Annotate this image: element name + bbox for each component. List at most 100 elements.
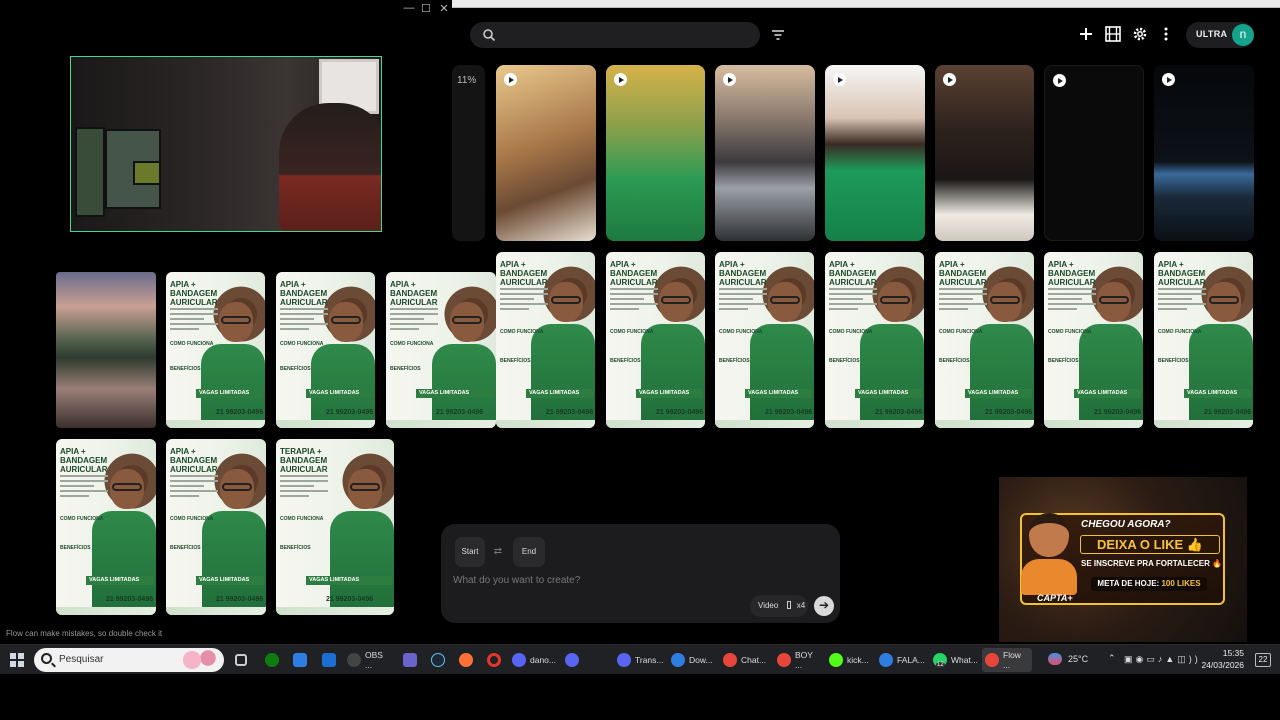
maximize-icon[interactable]: ☐ bbox=[418, 2, 434, 15]
opera-icon[interactable] bbox=[484, 648, 504, 672]
flyer-vagas: VAGAS LIMITADAS bbox=[745, 389, 812, 398]
store-icon[interactable] bbox=[290, 648, 310, 672]
image-thumb-flyer[interactable]: APIA + BANDAGEM AURICULAR COMO FUNCIONA BE… bbox=[386, 272, 496, 428]
chevron-up-icon[interactable]: ⌃ bbox=[1108, 653, 1116, 683]
swap-icon[interactable]: ⇄ bbox=[491, 537, 505, 567]
progress-label: 11% bbox=[457, 75, 477, 86]
prompt-input[interactable]: What do you want to create? bbox=[453, 575, 580, 586]
play-icon[interactable] bbox=[723, 73, 736, 86]
play-icon[interactable] bbox=[504, 73, 517, 86]
image-thumb-flyer[interactable]: APIA + BANDAGEM AURICULAR COMO FUNCIONA BE… bbox=[496, 252, 595, 428]
windows-start-icon[interactable] bbox=[10, 653, 24, 667]
image-thumb-flyer[interactable]: APIA + BANDAGEM AURICULAR COMO FUNCIONA BE… bbox=[606, 252, 705, 428]
image-thumb-flyer[interactable]: APIA + BANDAGEM AURICULAR COMO FUNCIONA BE… bbox=[1154, 252, 1253, 428]
filter-button[interactable] bbox=[766, 22, 790, 48]
play-icon[interactable] bbox=[943, 73, 956, 86]
flyer-body-text bbox=[829, 288, 877, 313]
flyer-footer bbox=[166, 420, 265, 428]
video-thumb-woman-blazer[interactable] bbox=[825, 65, 925, 241]
video-thumb-chef[interactable] bbox=[935, 65, 1034, 241]
flyer-phone: 21 99203-0496 bbox=[985, 409, 1033, 416]
generating-card[interactable]: 11% bbox=[452, 65, 485, 241]
close-icon[interactable]: ✕ bbox=[436, 2, 452, 15]
flyer-glasses bbox=[350, 483, 380, 491]
avatar[interactable]: n bbox=[1232, 24, 1254, 46]
task-view-icon[interactable] bbox=[232, 648, 250, 672]
xbox-icon[interactable] bbox=[262, 648, 282, 672]
tray-icons[interactable]: ▣◉▭♪▲◫)) bbox=[1124, 654, 1201, 684]
submit-button[interactable]: ➔ bbox=[814, 596, 834, 616]
start-frame-button[interactable]: Start bbox=[455, 537, 485, 567]
flyer-section-how: COMO FUNCIONA bbox=[829, 329, 873, 335]
play-icon[interactable] bbox=[833, 73, 846, 86]
image-thumb-flyer[interactable]: APIA + BANDAGEM AURICULAR COMO FUNCIONA BE… bbox=[166, 439, 266, 615]
image-thumb-flyer[interactable]: APIA + BANDAGEM AURICULAR COMO FUNCIONA BE… bbox=[1044, 252, 1143, 428]
flyer-phone: 21 99203-0496 bbox=[765, 409, 813, 416]
video-thumb-woman-window[interactable] bbox=[496, 65, 596, 241]
minimize-icon[interactable]: — bbox=[401, 2, 417, 14]
taskbar-app[interactable]: BOY ... bbox=[774, 648, 824, 672]
image-thumb-flyer[interactable]: APIA + BANDAGEM AURICULAR COMO FUNCIONA BE… bbox=[715, 252, 814, 428]
steam-icon[interactable] bbox=[428, 648, 448, 672]
play-icon[interactable] bbox=[1053, 74, 1066, 87]
flyer-footer bbox=[166, 607, 266, 615]
taskbar-app[interactable]: dano... bbox=[509, 648, 559, 672]
add-icon[interactable] bbox=[1076, 24, 1096, 44]
flyer-vagas: VAGAS LIMITADAS bbox=[636, 389, 703, 398]
flyer-footer bbox=[56, 607, 156, 615]
flyer-section-benefits: BENEFÍCIOS bbox=[170, 545, 201, 551]
banner-brand: CAPTA+ bbox=[1037, 593, 1073, 603]
taskbar-app[interactable]: kick... bbox=[826, 648, 876, 672]
image-thumb-mountain-sunset[interactable] bbox=[56, 272, 156, 428]
search-icon bbox=[483, 29, 496, 42]
mail-icon[interactable] bbox=[319, 648, 339, 672]
taskbar-app[interactable]: Trans... bbox=[614, 648, 664, 672]
taskbar-app[interactable]: FALA... bbox=[876, 648, 926, 672]
image-thumb-flyer[interactable]: APIA + BANDAGEM AURICULAR COMO FUNCIONA BE… bbox=[276, 272, 375, 428]
taskbar-app[interactable]: OBS ... bbox=[344, 648, 394, 672]
flyer-phone: 21 99203-0496 bbox=[216, 596, 264, 603]
image-thumb-flyer[interactable]: TERAPIA + BANDAGEM AURICULAR COMO FUNCIONA… bbox=[276, 439, 394, 615]
image-thumb-flyer[interactable]: APIA + BANDAGEM AURICULAR COMO FUNCIONA BE… bbox=[166, 272, 265, 428]
image-thumb-flyer[interactable]: APIA + BANDAGEM AURICULAR COMO FUNCIONA BE… bbox=[56, 439, 156, 615]
app-icon-a[interactable] bbox=[400, 648, 420, 672]
image-thumb-flyer[interactable]: APIA + BANDAGEM AURICULAR COMO FUNCIONA BE… bbox=[825, 252, 924, 428]
video-thumb-dark[interactable] bbox=[1044, 65, 1144, 241]
filter-icon bbox=[772, 30, 784, 40]
search-input[interactable] bbox=[470, 22, 760, 48]
flyer-phone: 21 99203-0496 bbox=[656, 409, 704, 416]
flyer-body-text bbox=[280, 475, 328, 500]
flyer-section-how: COMO FUNCIONA bbox=[1048, 329, 1092, 335]
flyer-body-text bbox=[280, 308, 328, 333]
play-icon[interactable] bbox=[1162, 73, 1175, 86]
gear-icon[interactable] bbox=[1130, 24, 1150, 44]
taskbar-app-label: kick... bbox=[847, 655, 869, 665]
flyer-section-how: COMO FUNCIONA bbox=[500, 329, 544, 335]
video-thumb-woman-green[interactable] bbox=[606, 65, 705, 241]
taskbar-app[interactable]: What... bbox=[930, 648, 980, 672]
flyer-glasses bbox=[990, 296, 1020, 304]
notification-badge[interactable]: 22 bbox=[1255, 653, 1271, 667]
film-icon[interactable] bbox=[1103, 24, 1123, 44]
taskbar-app-label: Flow ... bbox=[1003, 650, 1021, 670]
stream-banner: CHEGOU AGORA? DEIXA O LIKE 👍 SE INSCREVE… bbox=[999, 477, 1247, 642]
flyer-section-how: COMO FUNCIONA bbox=[280, 516, 324, 522]
video-thumb-car[interactable] bbox=[1154, 65, 1254, 241]
taskbar-search[interactable]: Pesquisar bbox=[34, 648, 224, 672]
flyer-footer bbox=[606, 420, 705, 428]
video-thumb-mountain-lake[interactable] bbox=[715, 65, 815, 241]
firefox-icon[interactable] bbox=[456, 648, 476, 672]
app-icon bbox=[723, 653, 737, 667]
play-icon[interactable] bbox=[614, 73, 627, 86]
image-thumb-flyer[interactable]: APIA + BANDAGEM AURICULAR COMO FUNCIONA BE… bbox=[935, 252, 1034, 428]
taskbar-app[interactable]: Chat... bbox=[720, 648, 770, 672]
clock[interactable]: 15:35 24/03/2026 bbox=[1198, 647, 1244, 671]
more-options-icon[interactable] bbox=[1156, 24, 1176, 44]
end-frame-button[interactable]: End bbox=[513, 537, 545, 567]
discord-icon[interactable] bbox=[562, 648, 582, 672]
taskbar-app[interactable]: Flow ... bbox=[982, 648, 1032, 672]
flyer-title: APIA + BANDAGEM AURICULAR bbox=[610, 260, 658, 287]
taskbar-app[interactable]: Dow... bbox=[668, 648, 718, 672]
mode-selector[interactable]: Video x4 bbox=[750, 595, 808, 617]
taskbar-app-label: What... bbox=[951, 655, 978, 665]
